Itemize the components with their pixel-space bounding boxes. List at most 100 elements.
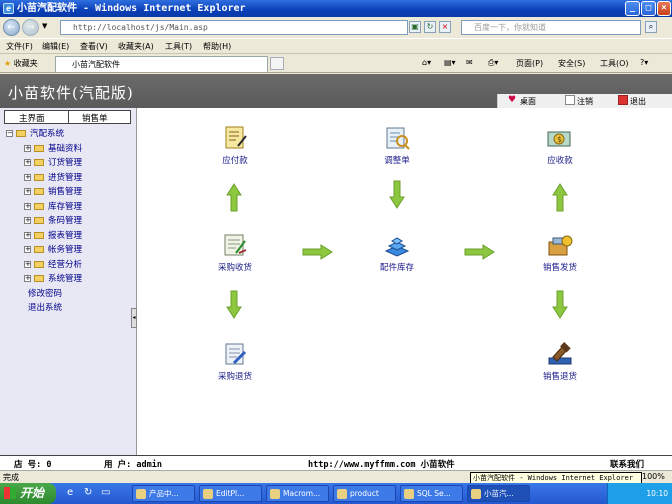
close-button[interactable]: × [657, 1, 671, 16]
start-button[interactable]: 开始 [0, 483, 56, 504]
logout-link[interactable]: 注销 [577, 96, 593, 107]
site-link[interactable]: http://www.myffmm.com 小苗软件 [308, 458, 455, 470]
safety-menu[interactable]: 安全(S) [558, 58, 585, 69]
tree-item-system[interactable]: + 系统管理 [24, 273, 82, 286]
task-item-active[interactable]: 小苗汽... [467, 485, 530, 502]
tree-root[interactable]: − 汽配系统 [6, 128, 64, 141]
home-icon[interactable]: ⌂▾ [422, 58, 431, 67]
quicklaunch-refresh-icon[interactable]: ↻ [84, 487, 92, 498]
tree-link-exit[interactable]: 退出系统 [28, 302, 62, 315]
task-item[interactable]: 产品中... [132, 485, 195, 502]
tab-main[interactable]: 小苗汽配软件 [55, 56, 268, 72]
history-dropdown-icon[interactable]: ▼ [42, 22, 47, 30]
windows-logo-icon [4, 487, 16, 499]
folder-icon [34, 260, 44, 268]
forward-button[interactable]: → [22, 19, 39, 36]
tree-item-report[interactable]: + 报表管理 [24, 230, 82, 243]
search-icon[interactable]: ⌕ [645, 21, 657, 33]
print-icon[interactable]: ⎙▾ [488, 58, 498, 68]
minimize-button[interactable]: _ [625, 1, 640, 16]
expand-icon[interactable]: + [24, 173, 31, 181]
back-button[interactable]: ← [3, 19, 20, 36]
expand-icon[interactable]: + [24, 260, 31, 268]
flow-area: 应付款 调整单 $ 应收款 采购收货 配件库存 销售发货 采购退货 销售退货 [138, 108, 672, 455]
menu-edit[interactable]: 编辑(E) [42, 41, 69, 52]
favorites-button[interactable]: ★ 收藏夹 [4, 58, 38, 69]
feeds-icon[interactable]: ▤▾ [444, 58, 456, 67]
start-label: 开始 [20, 486, 45, 500]
tab-sales-order[interactable]: 销售单 [82, 112, 108, 124]
clock[interactable]: 10:10 [646, 489, 668, 498]
flow-receivable[interactable]: $ 应收款 [530, 126, 590, 166]
page-menu[interactable]: 页面(P) [516, 58, 543, 69]
menu-favorites[interactable]: 收藏夹(A) [118, 41, 154, 52]
tab-main-screen[interactable]: 主界面 [19, 112, 45, 124]
ie-status-text: 完成 [3, 473, 19, 482]
purchase-receive-label: 采购收货 [217, 263, 252, 273]
expand-icon[interactable]: + [24, 246, 31, 253]
tree-item-order[interactable]: + 订货管理 [24, 157, 82, 170]
new-tab-button[interactable] [270, 57, 284, 70]
flow-adjust[interactable]: 调整单 [367, 126, 427, 166]
tree-item-barcode[interactable]: + 条码管理 [24, 215, 82, 228]
tree-link-label: 退出系统 [28, 303, 63, 313]
tree-link-password[interactable]: 修改密码 [28, 288, 62, 301]
folder-icon [34, 246, 44, 253]
refresh-icon[interactable]: ↻ [424, 21, 436, 33]
sales-return-icon [547, 342, 573, 366]
flow-sales-return[interactable]: 销售退货 [530, 342, 590, 382]
parts-stock-icon [384, 233, 410, 257]
expand-icon[interactable]: + [24, 231, 31, 239]
ie-icon: e [3, 3, 14, 14]
system-tray: 10:10 [607, 483, 672, 504]
menu-tools[interactable]: 工具(T) [165, 41, 192, 52]
panel-splitter[interactable]: ◂ [131, 308, 137, 328]
menu-help[interactable]: 帮助(H) [203, 41, 231, 52]
sales-ship-label: 销售发货 [542, 263, 577, 273]
menu-bar: 文件(F) 编辑(E) 查看(V) 收藏夹(A) 工具(T) 帮助(H) [0, 38, 672, 53]
maximize-button[interactable]: □ [641, 1, 656, 16]
url-input[interactable]: http://localhost/js/Main.asp [60, 20, 408, 35]
expand-icon[interactable]: + [24, 159, 31, 166]
quicklaunch-ie-icon[interactable]: e [67, 487, 73, 498]
tree-item-sales[interactable]: + 销售管理 [24, 186, 82, 199]
stop-icon[interactable]: × [439, 21, 451, 33]
expand-icon[interactable]: + [24, 275, 31, 282]
folder-icon [34, 202, 44, 210]
expand-icon[interactable]: + [24, 217, 31, 224]
flow-purchase-receive[interactable]: 采购收货 [205, 233, 265, 273]
tree-item-analysis[interactable]: + 经营分析 [24, 259, 82, 272]
help-icon[interactable]: ?▾ [640, 58, 648, 67]
exit-link[interactable]: 退出 [630, 96, 646, 107]
task-item[interactable]: product [333, 485, 396, 502]
desktop-link[interactable]: 桌面 [520, 96, 536, 107]
tree-item-purchase[interactable]: + 进货管理 [24, 172, 82, 185]
menu-file[interactable]: 文件(F) [6, 41, 33, 52]
menu-view[interactable]: 查看(V) [80, 41, 108, 52]
tree-item-stock[interactable]: + 库存管理 [24, 201, 82, 214]
mail-icon[interactable]: ✉ [466, 58, 473, 67]
quicklaunch-desktop-icon[interactable]: ▭ [101, 487, 110, 498]
flow-parts-stock[interactable]: 配件库存 [367, 233, 427, 273]
task-item[interactable]: EditPl... [199, 485, 262, 502]
expand-icon[interactable]: + [24, 188, 31, 195]
zoom-level[interactable]: 100% [642, 472, 665, 481]
tools-menu[interactable]: 工具(O) [600, 58, 629, 69]
svg-text:$: $ [557, 135, 562, 144]
tree-item-basic[interactable]: + 基础资料 [24, 143, 82, 156]
task-icon [270, 489, 280, 499]
search-input[interactable]: 百度一下，你就知道 [461, 20, 641, 35]
purchase-return-icon [222, 342, 248, 366]
flow-payable[interactable]: 应付款 [205, 126, 265, 166]
task-item[interactable]: Macrom... [266, 485, 329, 502]
contact-link[interactable]: 联系我们 [610, 458, 644, 470]
expand-icon[interactable]: + [24, 144, 31, 152]
flow-purchase-return[interactable]: 采购退货 [205, 342, 265, 382]
compat-view-icon[interactable]: ▣ [409, 21, 421, 33]
expand-icon[interactable]: + [24, 202, 31, 210]
task-icon [203, 489, 213, 499]
tree-item-account[interactable]: + 帐务管理 [24, 244, 82, 257]
task-item[interactable]: SQL Se... [400, 485, 463, 502]
collapse-icon[interactable]: − [6, 130, 13, 137]
flow-sales-ship[interactable]: 销售发货 [530, 233, 590, 273]
